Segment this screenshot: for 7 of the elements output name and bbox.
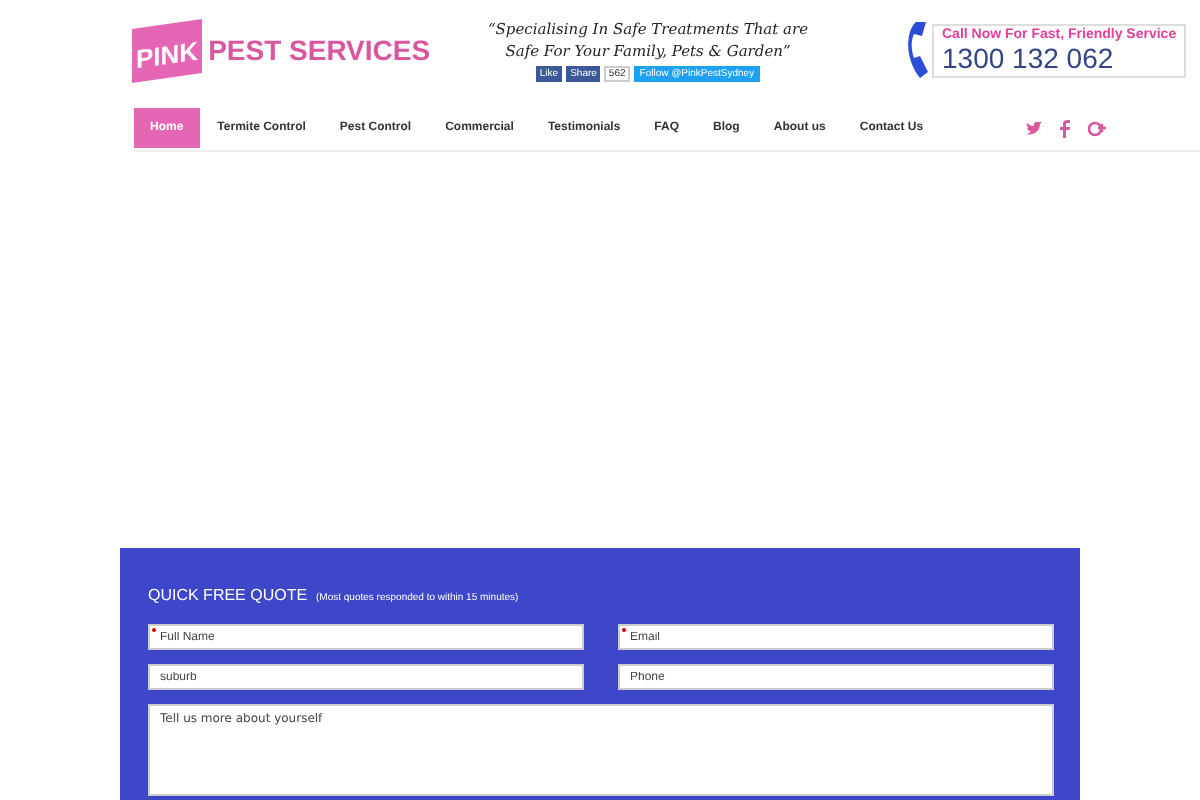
logo-text[interactable]: PEST SERVICES — [208, 34, 431, 66]
phone-number[interactable]: 1300 132 062 — [942, 41, 1177, 73]
google-plus-icon[interactable] — [1087, 119, 1108, 137]
facebook-icon[interactable] — [1059, 119, 1070, 137]
phone-icon — [904, 22, 928, 78]
form-title: QUICK FREE QUOTE — [148, 586, 308, 604]
twitter-icon[interactable] — [1025, 121, 1042, 135]
